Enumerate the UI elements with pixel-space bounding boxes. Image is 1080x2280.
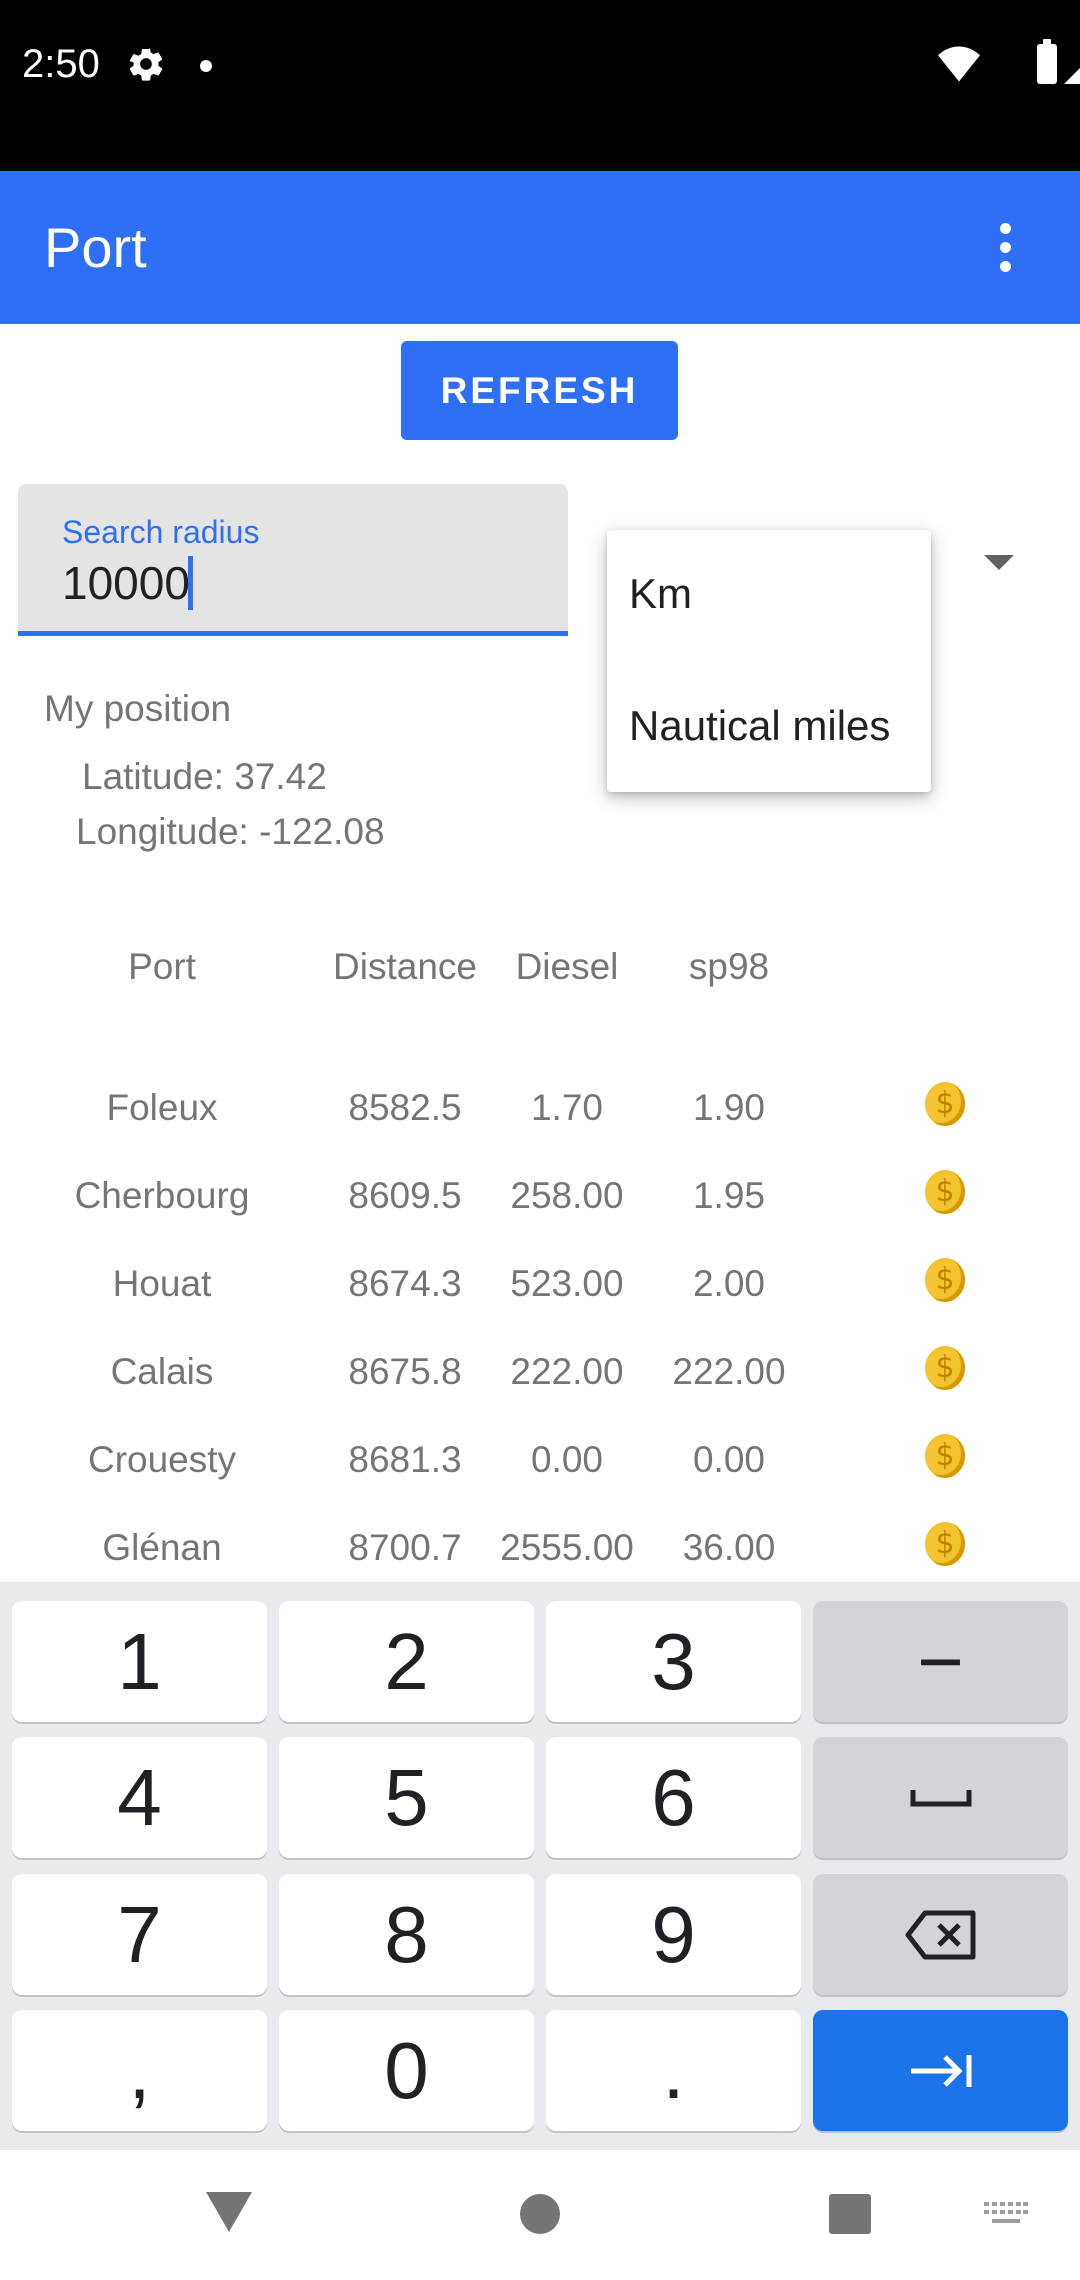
search-radius-input[interactable]: Search radius 10000 bbox=[18, 484, 568, 636]
recents-icon[interactable] bbox=[829, 2194, 871, 2234]
sp98-price: 0.00 bbox=[692, 1439, 765, 1480]
status-time: 2:50 bbox=[22, 42, 100, 86]
key-2[interactable]: 2 bbox=[279, 1601, 534, 1722]
key-9[interactable]: 9 bbox=[546, 1874, 801, 1995]
key-8[interactable]: 8 bbox=[279, 1874, 534, 1995]
key-minus[interactable]: − bbox=[813, 1601, 1068, 1722]
port-name: Foleux bbox=[106, 1087, 218, 1128]
key-3[interactable]: 3 bbox=[546, 1601, 801, 1722]
key-1[interactable]: 1 bbox=[12, 1601, 267, 1722]
overflow-menu-icon[interactable] bbox=[1000, 223, 1012, 273]
key-4[interactable]: 4 bbox=[12, 1737, 267, 1858]
text-cursor bbox=[188, 556, 193, 610]
menu-item-nautical-miles[interactable]: Nautical miles bbox=[629, 702, 890, 750]
space-key[interactable] bbox=[813, 1737, 1068, 1858]
coin-icon[interactable] bbox=[925, 1082, 965, 1126]
latitude-text: Latitude: 37.42 bbox=[82, 756, 327, 797]
key-7[interactable]: 7 bbox=[12, 1874, 267, 1995]
port-name: Crouesty bbox=[87, 1439, 237, 1480]
next-key[interactable] bbox=[813, 2010, 1068, 2131]
key-6[interactable]: 6 bbox=[546, 1737, 801, 1858]
numeric-keyboard: 1 2 3 − 4 5 6 7 8 9 , 0 . bbox=[0, 1582, 1080, 2150]
sp98-price: 1.90 bbox=[692, 1087, 765, 1128]
coin-icon[interactable] bbox=[925, 1434, 965, 1478]
refresh-button[interactable]: REFRESH bbox=[401, 341, 678, 440]
coin-icon[interactable] bbox=[925, 1258, 965, 1302]
space-icon bbox=[910, 1789, 971, 1806]
sp98-price: 1.95 bbox=[692, 1175, 765, 1216]
back-icon[interactable] bbox=[206, 2192, 252, 2232]
key-comma[interactable]: , bbox=[12, 2010, 267, 2131]
wifi-icon bbox=[938, 46, 980, 82]
port-name: Calais bbox=[110, 1351, 214, 1392]
backspace-key[interactable] bbox=[813, 1874, 1068, 1995]
gear-icon bbox=[129, 48, 163, 81]
port-name: Cherbourg bbox=[74, 1175, 250, 1216]
cell-signal-icon bbox=[1064, 68, 1080, 84]
search-radius-label: Search radius bbox=[62, 514, 260, 550]
sp98-price: 222.00 bbox=[672, 1351, 786, 1392]
sp98-price: 2.00 bbox=[692, 1263, 765, 1304]
unit-dropdown-menu: Km Nautical miles bbox=[607, 530, 931, 792]
longitude-text: Longitude: -122.08 bbox=[76, 811, 385, 852]
coin-icon[interactable] bbox=[925, 1522, 965, 1566]
key-5[interactable]: 5 bbox=[279, 1737, 534, 1858]
port-name: Glénan bbox=[102, 1527, 222, 1568]
status-bar: 2:50 bbox=[0, 0, 1080, 171]
port-name: Houat bbox=[112, 1263, 212, 1304]
backspace-icon bbox=[905, 1910, 975, 1959]
key-0[interactable]: 0 bbox=[279, 2010, 534, 2131]
menu-item-km[interactable]: Km bbox=[629, 570, 692, 618]
coin-icon[interactable] bbox=[925, 1346, 965, 1390]
key-period[interactable]: . bbox=[546, 2010, 801, 2131]
battery-icon bbox=[1037, 39, 1057, 84]
coin-icon[interactable] bbox=[925, 1170, 965, 1214]
keyboard-icon[interactable] bbox=[984, 2202, 1028, 2228]
navigation-bar bbox=[0, 2150, 1080, 2280]
dot-icon bbox=[200, 60, 212, 72]
column-header-port: Port bbox=[128, 946, 196, 987]
home-icon[interactable] bbox=[520, 2194, 560, 2234]
search-radius-value[interactable]: 10000 bbox=[62, 556, 190, 610]
sp98-price: 36.00 bbox=[682, 1527, 776, 1568]
column-header-sp98: sp98 bbox=[688, 946, 770, 987]
tab-arrow-icon bbox=[910, 2054, 971, 2087]
position-heading: My position bbox=[44, 688, 232, 729]
app-bar: Port bbox=[0, 171, 1080, 324]
dropdown-arrow-icon[interactable] bbox=[984, 555, 1014, 570]
page-title: Port bbox=[44, 216, 147, 279]
